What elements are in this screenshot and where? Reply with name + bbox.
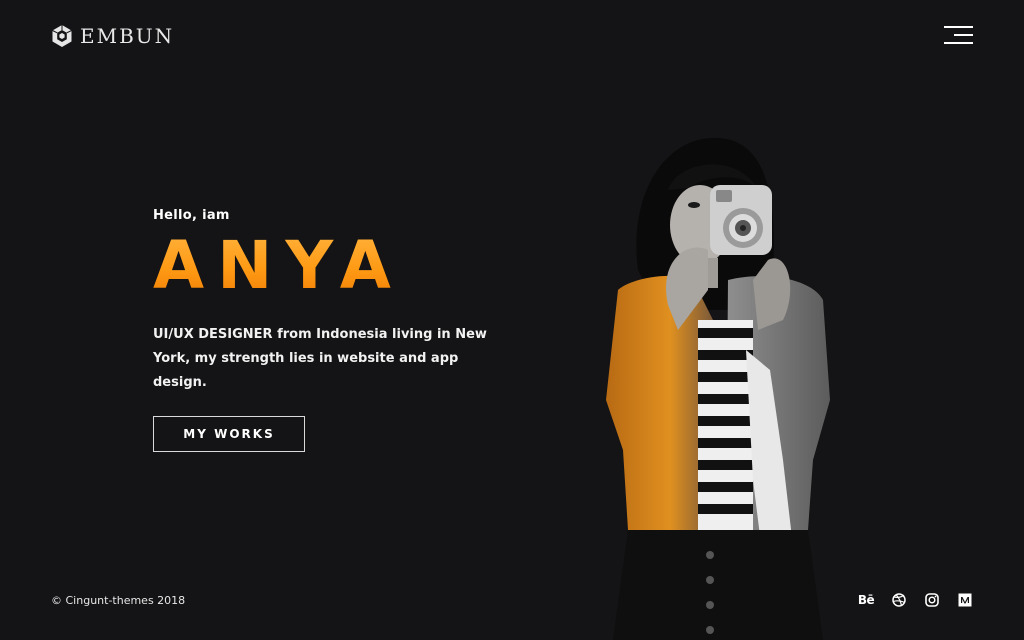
- social-links: Bē: [858, 592, 973, 608]
- menu-line: [954, 34, 973, 36]
- menu-line: [944, 26, 973, 28]
- menu-line: [944, 42, 973, 44]
- behance-icon[interactable]: Bē: [858, 592, 875, 608]
- brand-name: EMBUN: [80, 24, 175, 48]
- hero-description: UI/UX DESIGNER from Indonesia living in …: [153, 327, 487, 390]
- brand-logo[interactable]: EMBUN: [50, 24, 174, 48]
- dribbble-icon[interactable]: [891, 592, 907, 608]
- medium-icon[interactable]: [957, 592, 973, 608]
- logo-mark-icon: [52, 25, 72, 47]
- hero-section: Hello, iam ANYA UI/UX DESIGNER from Indo…: [153, 208, 513, 395]
- copyright-text: © Cingunt-themes 2018: [51, 594, 186, 607]
- my-works-button[interactable]: MY WORKS: [153, 416, 305, 452]
- hero-greeting: Hello, iam: [153, 208, 230, 223]
- instagram-icon[interactable]: [924, 592, 940, 608]
- hero-name: ANYA: [153, 233, 513, 299]
- portrait-photo: [606, 137, 830, 640]
- menu-icon[interactable]: [944, 26, 973, 46]
